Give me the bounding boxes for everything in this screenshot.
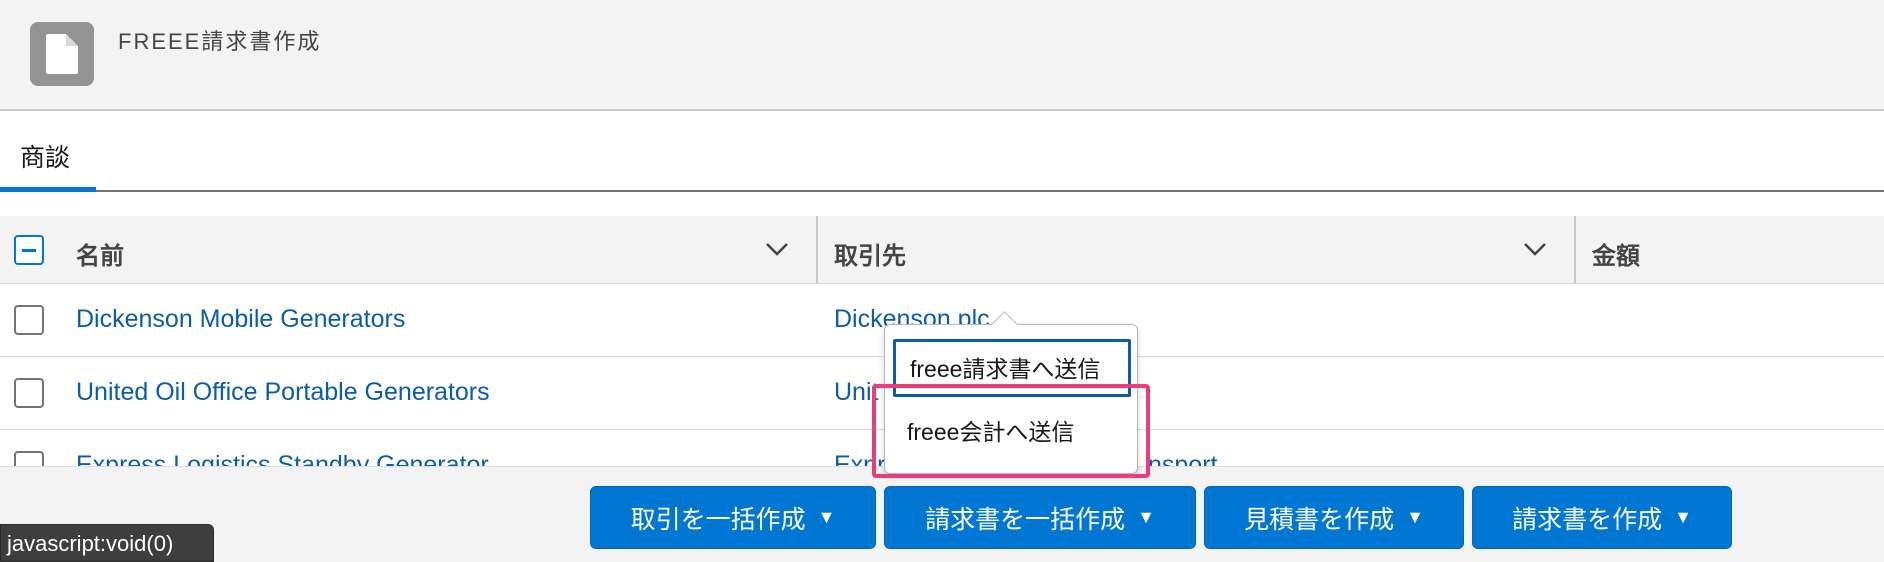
highlight-annotation <box>872 384 1150 478</box>
column-header-name[interactable]: 名前 <box>76 216 816 284</box>
app-header: FREEE請求書作成 <box>0 0 1884 111</box>
status-bar-url: javascript:void(0) <box>0 524 214 562</box>
bulk-create-deals-button[interactable]: 取引を一括作成 ▼ <box>590 486 876 549</box>
column-divider[interactable] <box>1574 216 1576 284</box>
chevron-down-icon[interactable] <box>764 238 790 266</box>
column-header-amount[interactable]: 金額 <box>1592 216 1872 284</box>
button-label: 請求書を一括作成 <box>925 505 1126 534</box>
account-link-tail[interactable]: nsport <box>1148 451 1217 466</box>
caret-down-icon: ▼ <box>1674 507 1692 527</box>
button-label: 取引を一括作成 <box>630 505 806 534</box>
document-icon <box>30 22 94 86</box>
column-header-account[interactable]: 取引先 <box>834 216 1574 284</box>
button-label: 見積書を作成 <box>1244 505 1395 534</box>
row-checkbox[interactable] <box>14 378 44 408</box>
app-title: FREEE請求書作成 <box>118 29 322 54</box>
table-header: 名前 取引先 金額 <box>0 216 1884 284</box>
tab-deals[interactable]: 商談 <box>0 112 96 192</box>
opportunity-name-link[interactable]: Express Logistics Standby Generator <box>76 451 489 466</box>
column-label-account: 取引先 <box>834 243 906 270</box>
caret-down-icon: ▼ <box>1406 507 1424 527</box>
tab-label: 商談 <box>20 144 71 172</box>
create-invoice-button[interactable]: 請求書を作成 ▼ <box>1472 486 1732 549</box>
tab-bar: 商談 <box>0 112 1884 192</box>
column-label-amount: 金額 <box>1592 243 1640 270</box>
row-checkbox[interactable] <box>14 451 44 466</box>
column-label-name: 名前 <box>76 243 124 270</box>
caret-down-icon: ▼ <box>1137 507 1155 527</box>
caret-down-icon: ▼ <box>817 507 836 527</box>
create-quote-button[interactable]: 見積書を作成 ▼ <box>1204 486 1464 549</box>
opportunity-name-link[interactable]: United Oil Office Portable Generators <box>76 378 490 407</box>
select-all-checkbox[interactable] <box>14 235 44 265</box>
opportunity-name-link[interactable]: Dickenson Mobile Generators <box>76 305 405 334</box>
column-divider[interactable] <box>816 216 818 284</box>
bulk-create-invoices-button[interactable]: 請求書を一括作成 ▼ <box>884 486 1196 549</box>
row-checkbox[interactable] <box>14 305 44 335</box>
button-label: 請求書を作成 <box>1512 505 1663 534</box>
action-bar: 取引を一括作成 ▼ 請求書を一括作成 ▼ 見積書を作成 ▼ 請求書を作成 ▼ <box>0 466 1884 562</box>
chevron-down-icon[interactable] <box>1522 238 1548 266</box>
